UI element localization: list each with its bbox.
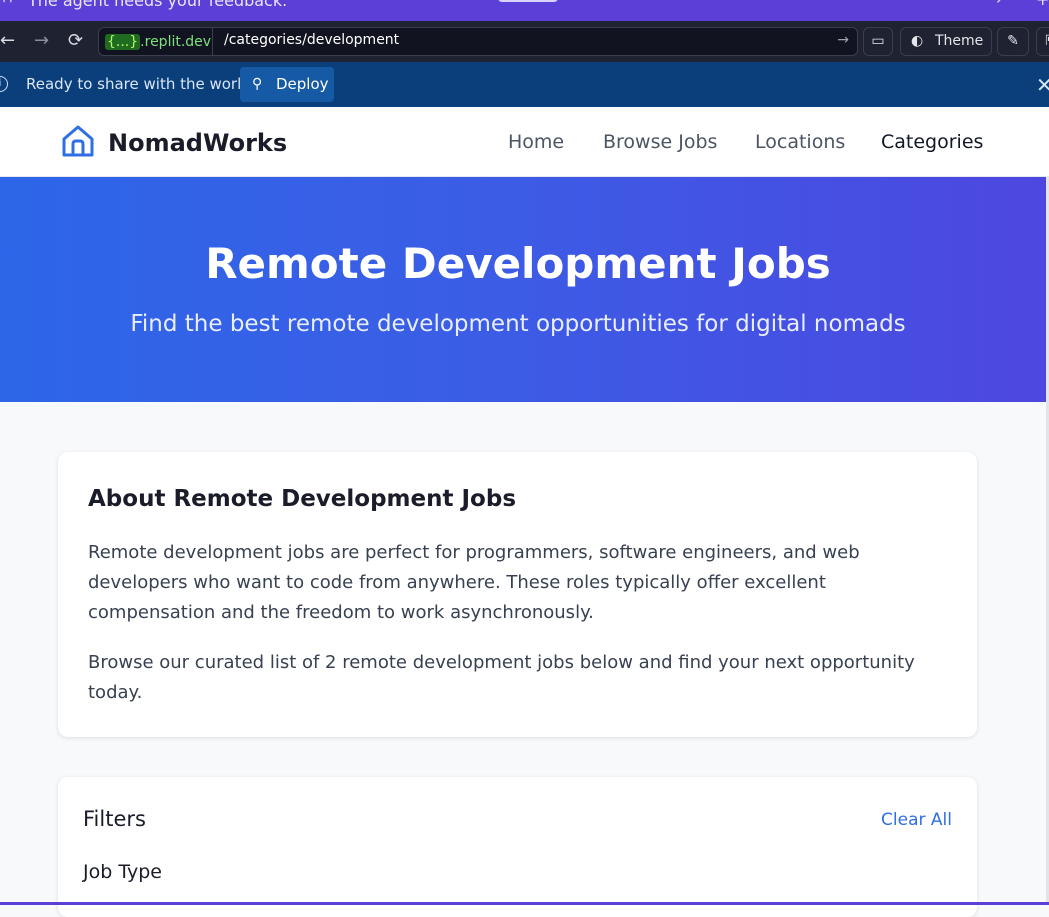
reload-icon[interactable]: ⟳ — [68, 29, 83, 53]
agent-icon: ⊓ — [2, 0, 13, 6]
page-subtitle: Find the best remote development opportu… — [130, 311, 906, 337]
open-new-tab-button[interactable]: ⇱ — [1036, 27, 1049, 56]
nav-browse-jobs[interactable]: Browse Jobs — [603, 131, 717, 153]
about-card: About Remote Development Jobs Remote dev… — [58, 452, 977, 737]
deploy-banner: i Ready to share with the world? ⚲ Deplo… — [0, 62, 1049, 107]
devtools-button[interactable]: ✎ — [997, 27, 1029, 56]
go-arrow-icon[interactable]: → — [837, 32, 849, 48]
url-domain: {...} .replit.dev — [105, 34, 212, 50]
agent-feedback-banner[interactable]: ⊓ The agent needs your feedback. ↗ + — [0, 0, 1049, 21]
filters-title: Filters — [83, 807, 146, 831]
deploy-label: Deploy — [276, 75, 329, 93]
add-icon[interactable]: + — [1036, 0, 1049, 9]
clear-all-button[interactable]: Clear All — [881, 810, 952, 830]
job-type-label: Job Type — [83, 861, 162, 883]
collapse-icon[interactable]: ↗ — [995, 0, 1007, 7]
url-separator — [212, 28, 213, 55]
back-icon[interactable]: ← — [0, 29, 15, 53]
site-header: NomadWorks Home Browse Jobs Locations Ca… — [0, 107, 1049, 177]
filters-card: Filters Clear All Job Type — [58, 777, 977, 917]
device-preview-button[interactable]: ▭ — [863, 27, 893, 56]
about-heading: About Remote Development Jobs — [88, 486, 517, 512]
page-title: Remote Development Jobs — [205, 239, 831, 288]
drag-handle[interactable] — [498, 0, 558, 2]
close-icon[interactable]: ✕ — [1036, 73, 1049, 97]
about-paragraph-1: Remote development jobs are perfect for … — [88, 542, 860, 623]
hero-banner: Remote Development Jobs Find the best re… — [0, 177, 1049, 402]
deploy-button[interactable]: ⚲ Deploy — [240, 67, 334, 102]
feedback-message: The agent needs your feedback. — [28, 0, 288, 10]
theme-button[interactable]: ◐ Theme — [900, 27, 992, 56]
brand-name[interactable]: NomadWorks — [108, 129, 287, 157]
rocket-icon: ⚲ — [252, 76, 263, 92]
nav-locations[interactable]: Locations — [755, 131, 845, 153]
nav-categories[interactable]: Categories — [881, 131, 983, 153]
browser-toolbar: ← → ⟳ {...} .replit.dev /categories/devel… — [0, 21, 1049, 62]
nav-home[interactable]: Home — [508, 131, 564, 153]
url-path: /categories/development — [224, 32, 400, 48]
home-logo-icon[interactable] — [60, 123, 96, 159]
wrench-icon: ✎ — [1007, 33, 1019, 49]
deploy-message: Ready to share with the world? — [26, 75, 259, 93]
theme-label: Theme — [935, 33, 984, 49]
external-link-icon: ⇱ — [1045, 33, 1049, 49]
forward-icon[interactable]: → — [34, 29, 49, 53]
monitor-icon: ▭ — [871, 33, 885, 49]
palette-icon: ◐ — [911, 33, 924, 49]
info-icon: i — [0, 76, 8, 92]
address-bar[interactable]: {...} .replit.dev /categories/development… — [98, 27, 858, 56]
about-paragraph-2: Browse our curated list of 2 remote deve… — [88, 652, 915, 703]
